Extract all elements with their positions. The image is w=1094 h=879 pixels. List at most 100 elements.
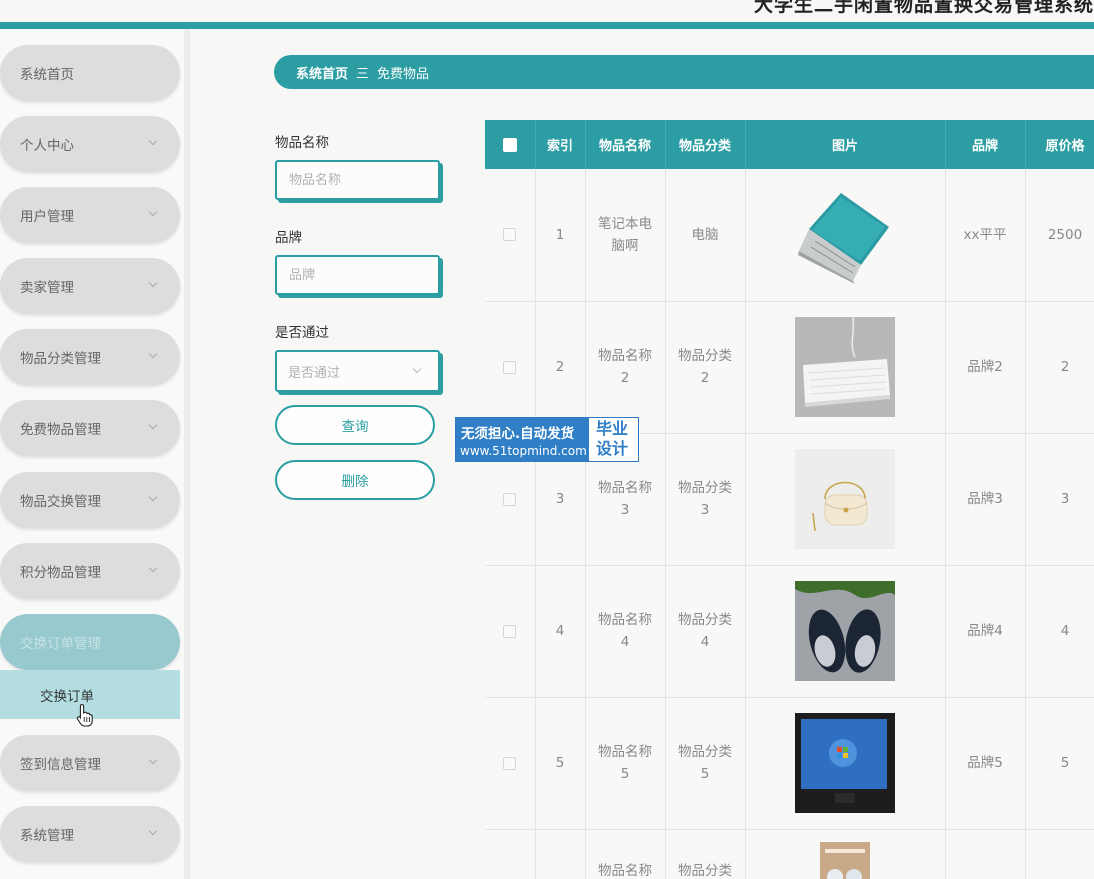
category-cell: 物品分类5 [665,697,746,830]
name-cell: 笔记本电脑啊 [585,169,666,302]
row-checkbox[interactable] [503,756,517,770]
category-cell: 物品分类3 [665,433,746,566]
sidebar-item-user-management[interactable]: 用户管理 [0,187,180,243]
breadcrumb: 系统首页 三 免费物品 [274,55,1094,89]
name-cell: 物品名称 [585,829,666,879]
index-cell: 2 [535,301,586,434]
sidebar-item-free-items[interactable]: 免费物品管理 [0,400,180,456]
table-row[interactable]: 4 物品名称4 物品分类4 品牌4 4 [485,565,1094,698]
watermark-text: 无须担心.自动发货 [461,426,575,442]
chevron-down-icon [148,826,158,836]
chevron-down-icon [148,563,158,573]
row-checkbox[interactable] [503,492,517,506]
hand-cursor-icon [76,703,93,727]
category-cell: 电脑 [665,169,746,302]
keyboard-image [795,317,895,417]
breadcrumb-home[interactable]: 系统首页 [296,63,348,82]
name-label: 物品名称 [275,135,329,151]
watermark-tag-bottom: 设计 [596,439,629,458]
row-checkbox[interactable] [503,624,517,638]
query-button[interactable]: 查询 [275,405,435,445]
chevron-down-icon [148,278,158,288]
table-row[interactable]: 1 笔记本电脑啊 电脑 xx平平 2500 [485,169,1094,302]
sidebar-item-label: 签到信息管理 [20,757,101,773]
app-title: 大学生二手闲置物品置换交易管理系统 [753,0,1094,16]
sidebar-item-signin-management[interactable]: 签到信息管理 [0,735,180,791]
index-cell [535,829,586,879]
row-checkbox[interactable] [503,228,517,242]
breadcrumb-current: 免费物品 [377,66,430,82]
sidebar-item-system-management[interactable]: 系统管理 [0,806,180,862]
category-cell: 物品分类4 [665,565,746,698]
table-row[interactable]: 2 物品名称2 物品分类2 品牌2 2 [485,301,1094,434]
sidebar-item-label: 用户管理 [20,209,74,225]
price-cell: 2 [1025,301,1094,434]
submenu-item-label: 交换订单 [40,688,94,705]
category-cell: 物品分类 [665,829,746,879]
watermark-url: www.51topmind.com [460,444,587,458]
column-header: 索引 [535,120,586,169]
column-header: 原价格 [1025,120,1094,169]
watermark-banner: 无须担心.自动发货 www.51topmind.com 毕业 设计 [455,417,639,462]
delete-button[interactable]: 删除 [275,460,435,500]
sidebar-item-label: 卖家管理 [20,280,74,296]
chevron-down-icon [412,364,422,374]
sidebar-item-seller-management[interactable]: 卖家管理 [0,258,180,314]
column-header: 品牌 [945,120,1026,169]
pass-select[interactable]: 是否通过 [275,350,440,392]
table-row[interactable]: 5 物品名称5 物品分类5 品牌5 5 [485,697,1094,830]
brand-input[interactable] [275,255,440,295]
box-image [820,841,870,879]
name-cell: 物品名称2 [585,301,666,434]
image-cell [745,829,946,879]
pass-select-value: 是否通过 [288,365,341,381]
sidebar-item-label: 系统管理 [20,828,74,844]
category-cell: 物品分类2 [665,301,746,434]
select-all-cell[interactable] [485,120,536,169]
image-cell [745,697,946,830]
index-cell: 5 [535,697,586,830]
sidebar-item-exchange-items[interactable]: 物品交换管理 [0,472,180,528]
watermark-tag-top: 毕业 [596,419,629,438]
image-cell [745,433,946,566]
table-row[interactable]: 物品名称 物品分类 [485,829,1094,879]
brand-cell: 品牌3 [945,433,1026,566]
laptop-image [798,192,889,284]
items-table: 索引 物品名称 物品分类 图片 品牌 原价格 1 笔记本电脑啊 电脑 xx平平 … [485,120,1094,879]
name-cell: 物品名称4 [585,565,666,698]
breadcrumb-separator: 三 [356,66,370,82]
index-cell: 1 [535,169,586,302]
name-cell: 物品名称5 [585,697,666,830]
sidebar-item-category-management[interactable]: 物品分类管理 [0,329,180,385]
monitor-image [795,713,895,813]
sidebar-item-label: 免费物品管理 [20,422,101,438]
brand-cell: 品牌5 [945,697,1026,830]
sidebar-item-exchange-orders[interactable]: 交换订单管理 [0,614,180,670]
chevron-down-icon [148,136,158,146]
chevron-down-icon [148,349,158,359]
price-cell: 3 [1025,433,1094,566]
index-cell: 4 [535,565,586,698]
brand-cell [945,829,1026,879]
bag-image [795,449,895,549]
name-input[interactable] [275,160,440,200]
sidebar-item-label: 交换订单管理 [20,636,101,652]
sidebar-item-label: 物品分类管理 [20,351,101,367]
chevron-down-icon [148,207,158,217]
sidebar-item-points-items[interactable]: 积分物品管理 [0,543,180,599]
price-cell: 5 [1025,697,1094,830]
sidebar-item-personal-center[interactable]: 个人中心 [0,116,180,172]
brand-cell: 品牌4 [945,565,1026,698]
sidebar-divider [184,29,190,879]
price-cell [1025,829,1094,879]
select-all-checkbox[interactable] [502,137,517,152]
price-cell: 4 [1025,565,1094,698]
brand-label: 品牌 [275,230,302,246]
sidebar-item-home[interactable]: 系统首页 [0,45,180,101]
image-cell [745,565,946,698]
chevron-down-icon [148,755,158,765]
row-checkbox[interactable] [503,360,517,374]
image-cell [745,301,946,434]
brand-cell: xx平平 [945,169,1026,302]
chevron-down-icon [148,420,158,430]
